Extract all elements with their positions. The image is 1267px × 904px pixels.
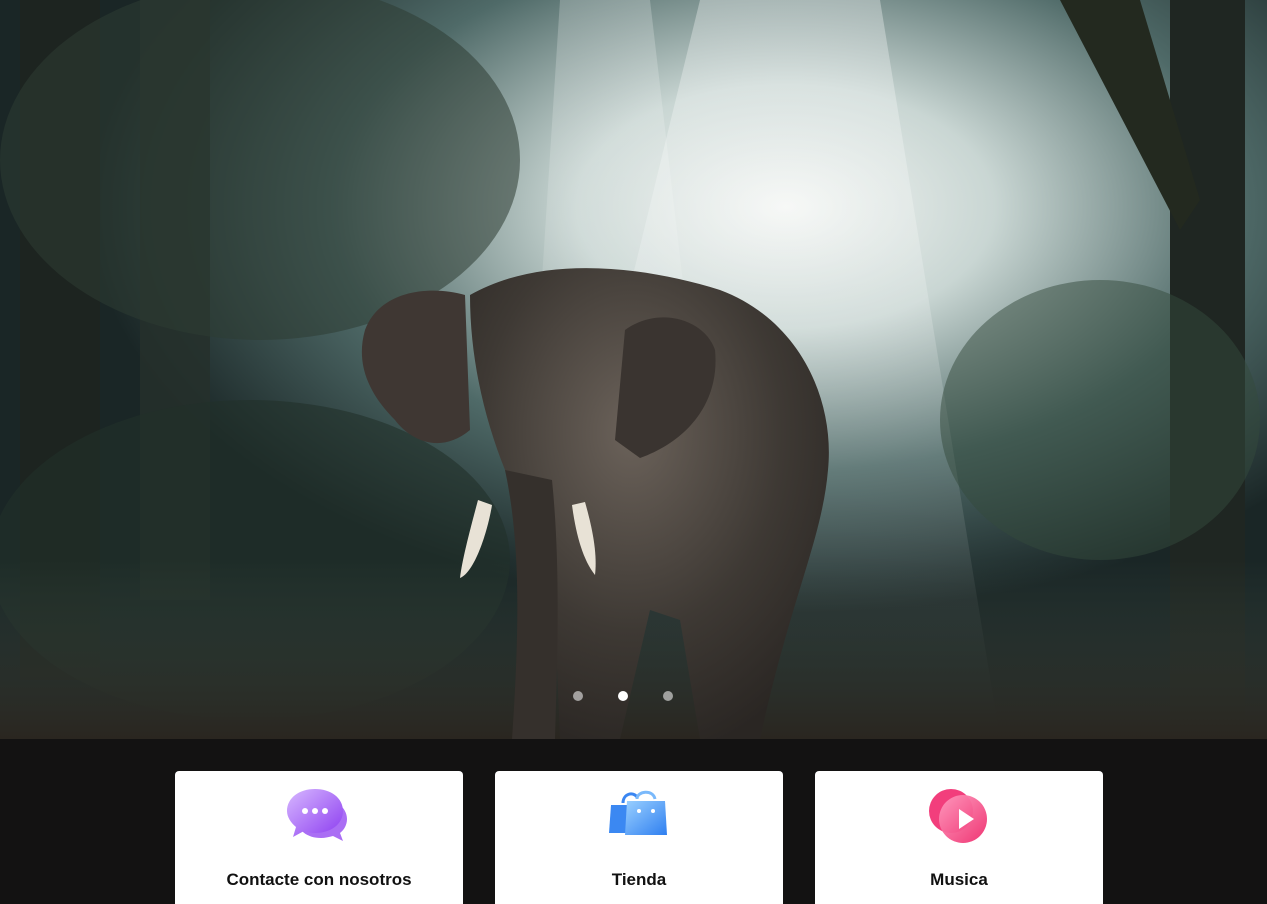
- shopping-bag-icon: [607, 785, 671, 849]
- music-card[interactable]: Musica: [815, 771, 1103, 904]
- contact-card-label: Contacte con nosotros: [226, 870, 412, 889]
- services-section: Contacte con nosotros Tienda Musica: [0, 739, 1267, 904]
- hero-carousel: [0, 0, 1267, 739]
- carousel-indicators: [573, 691, 673, 701]
- carousel-dot-3[interactable]: [663, 691, 673, 701]
- carousel-dot-1[interactable]: [573, 691, 583, 701]
- carousel-dot-2[interactable]: [618, 691, 628, 701]
- music-card-label: Musica: [930, 870, 988, 889]
- chat-bubbles-icon: [287, 785, 351, 849]
- hero-image: [0, 0, 1267, 739]
- contact-card[interactable]: Contacte con nosotros: [175, 771, 463, 904]
- store-card[interactable]: Tienda: [495, 771, 783, 904]
- store-card-label: Tienda: [611, 870, 667, 889]
- music-play-icon: [927, 785, 991, 849]
